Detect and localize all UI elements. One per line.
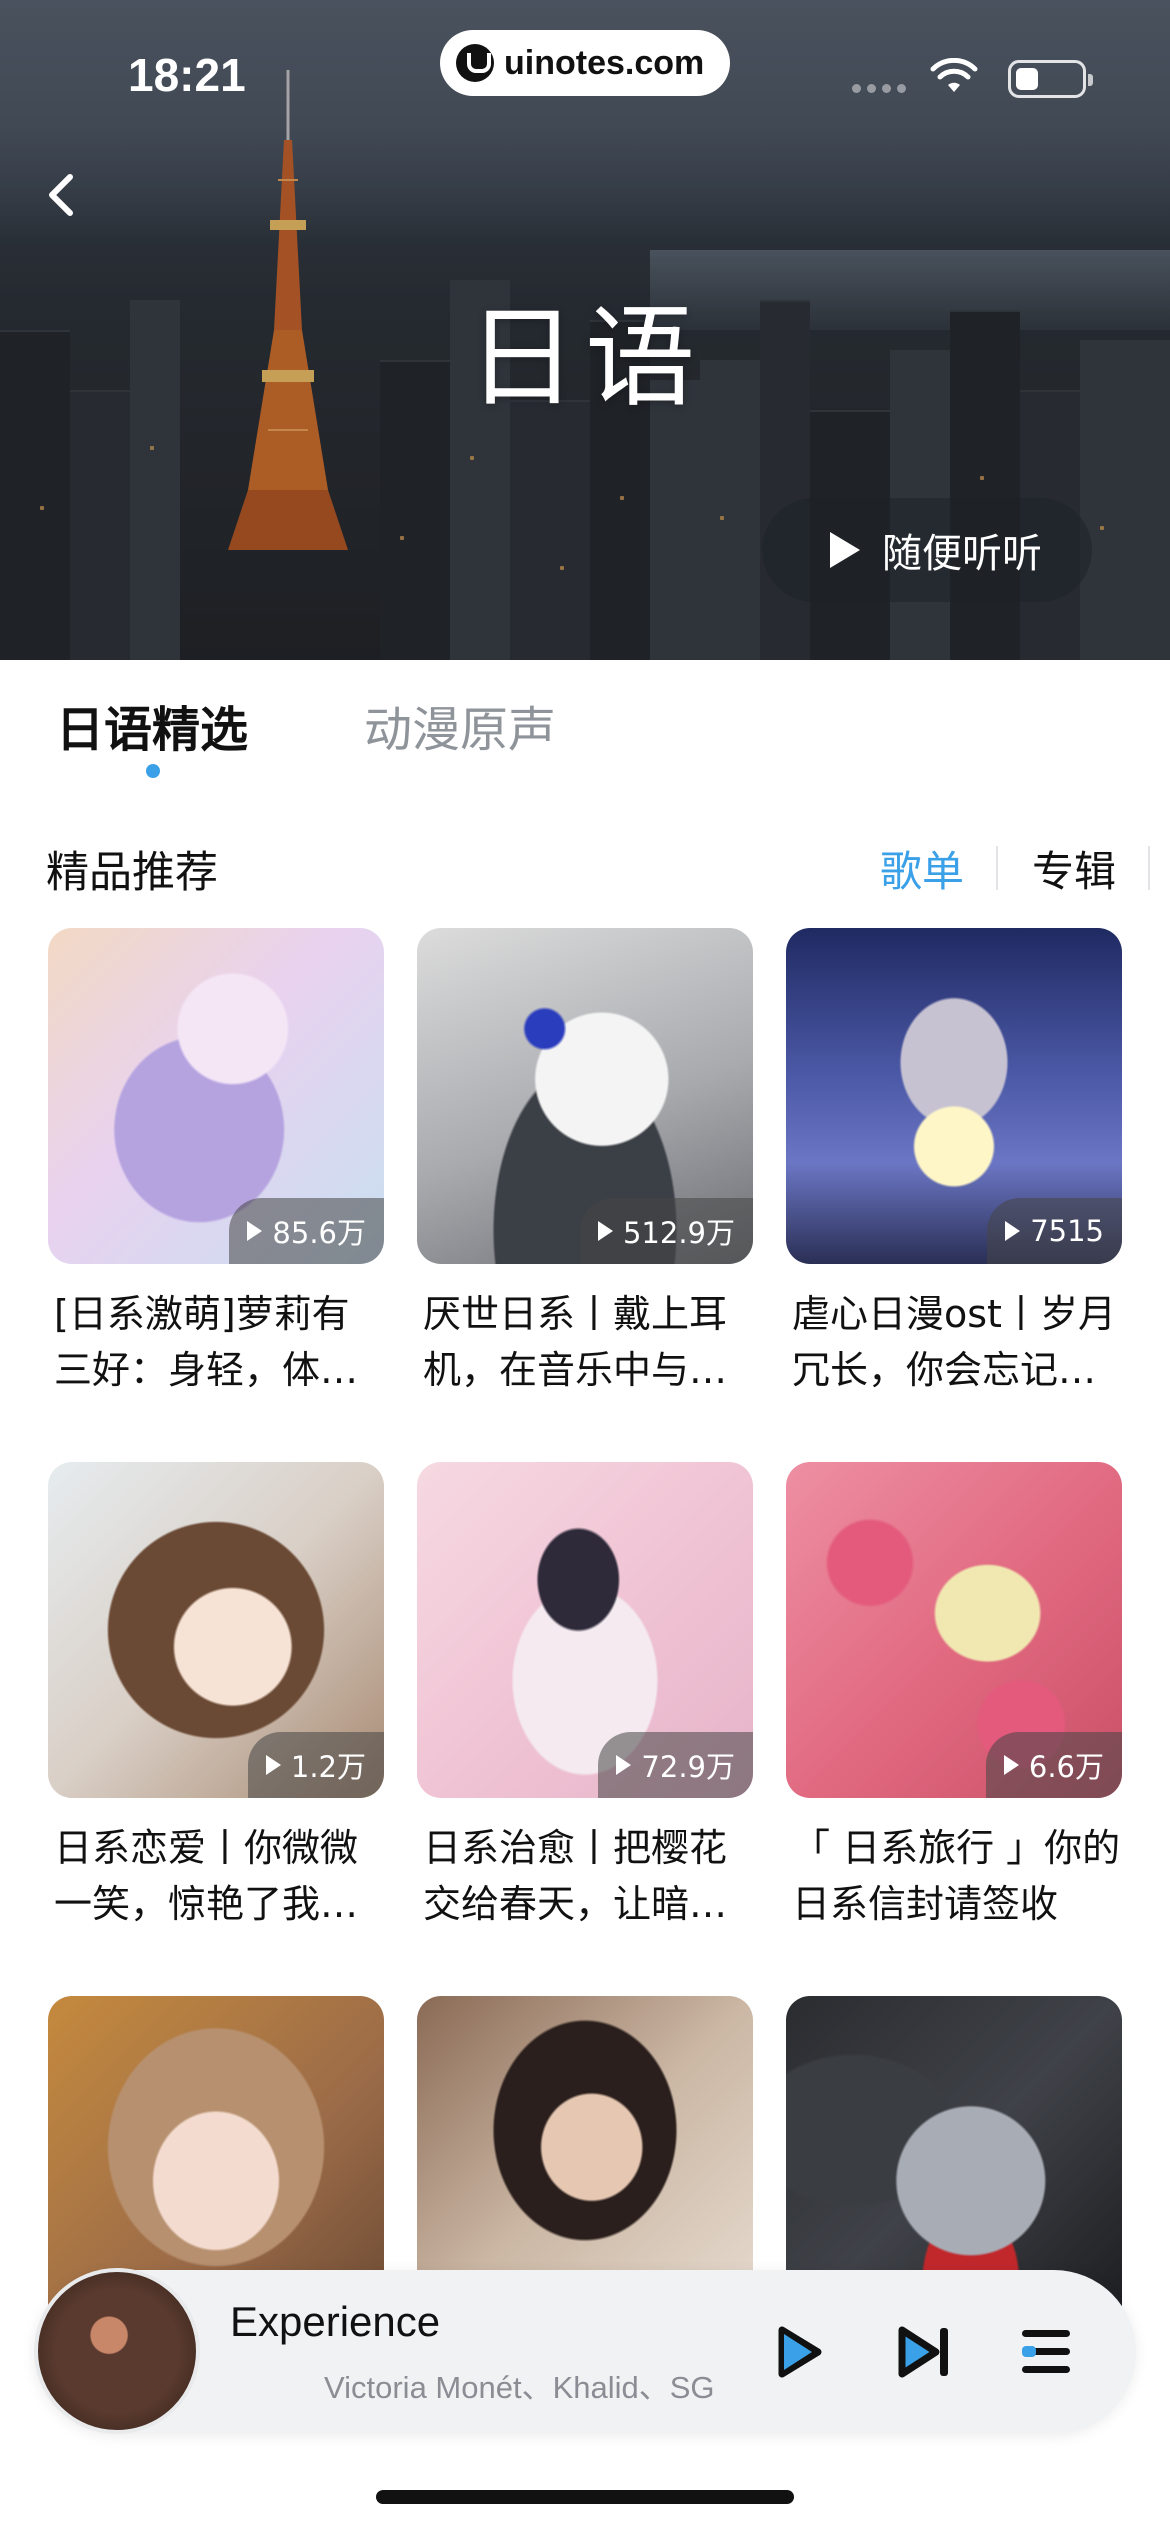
playlist-cover: 6.6万 [786,1462,1122,1798]
play-icon [1005,1221,1021,1241]
status-bar: 18:21 uinotes.com [0,0,1170,150]
home-indicator[interactable] [376,2490,794,2504]
playlist-title: 虐心日漫ost丨岁月冗长，你会忘记我吗 [792,1292,1116,1392]
play-count: 7515 [1030,1214,1104,1248]
status-time: 18:21 [128,49,246,101]
back-chevron-icon[interactable] [32,165,92,225]
play-icon [616,1755,632,1775]
section-title: 精品推荐 [46,848,218,898]
section-header: 精品推荐 歌单 专辑 [0,820,1170,910]
segment-divider [1148,846,1150,890]
playlist-card[interactable]: 85.6万 [日系激萌]萝莉有三好：身轻，体柔，易推倒 [48,928,384,1398]
segment-divider [996,846,998,890]
category-tabs: 日语精选 动漫原声 [0,660,1170,800]
active-tab-indicator [146,764,160,778]
play-count: 72.9万 [641,1750,735,1784]
playlist-title: [日系激萌]萝莉有三好：身轻，体柔，易推倒 [54,1292,350,1392]
mini-player[interactable]: Experience Victoria Monét、Khalid、SG Lewi… [34,2268,1136,2434]
play-icon [265,1755,281,1775]
site-logo-icon [456,44,494,82]
cellular-signal-icon [852,84,906,93]
play-count-badge: 512.9万 [579,1198,753,1264]
segment-album[interactable]: 专辑 [1032,838,1116,899]
now-playing-artist: Victoria Monét、Khalid、SG Lewis [324,2370,720,2405]
play-icon[interactable] [760,2316,832,2388]
playlist-card[interactable]: 1.2万 日系恋爱丨你微微一笑，惊艳了我的整个青春 [48,1462,384,1932]
tab-anime-ost[interactable]: 动漫原声 [364,690,556,760]
play-count-badge: 85.6万 [229,1198,384,1264]
playlist-title: 厌世日系丨戴上耳机，在音乐中与世界和解 [423,1292,728,1392]
battery-icon [1008,60,1093,98]
play-count-badge: 72.9万 [598,1732,753,1798]
playlist-cover: 7515 [786,928,1122,1264]
play-icon [247,1221,263,1241]
page-title: 日语 [467,294,703,422]
now-playing-title: Experience [230,2298,441,2345]
playlist-title: 日系恋爱丨你微微一笑，惊艳了我的整个青春 [54,1826,359,1926]
playlist-queue-icon[interactable] [1010,2316,1082,2388]
play-count: 1.2万 [290,1750,366,1784]
playlist-cover: 512.9万 [417,928,753,1264]
playlist-card[interactable]: 7515 虐心日漫ost丨岁月冗长，你会忘记我吗 [786,928,1122,1398]
playlist-card[interactable]: 512.9万 厌世日系丨戴上耳机，在音乐中与世界和解 [417,928,753,1398]
play-count: 512.9万 [622,1216,735,1250]
url-pill[interactable]: uinotes.com [440,30,730,96]
playlist-card[interactable]: 72.9万 日系治愈丨把樱花交给春天，让暗恋开出花 [417,1462,753,1932]
play-count: 85.6万 [272,1216,366,1250]
play-icon [1003,1755,1019,1775]
segment-playlist[interactable]: 歌单 [880,838,964,899]
playlist-title: 日系治愈丨把樱花交给春天，让暗恋开出花 [423,1826,728,1926]
play-count: 6.6万 [1028,1750,1104,1784]
shuffle-play-button[interactable]: 随便听听 [762,498,1092,602]
playlist-cover: 85.6万 [48,928,384,1264]
tab-japanese-picks[interactable]: 日语精选 [56,690,248,760]
play-icon [830,532,860,568]
now-playing-artwork[interactable] [34,2268,200,2434]
next-track-icon[interactable] [888,2316,960,2388]
wifi-icon [930,58,978,92]
play-count-badge: 6.6万 [985,1732,1122,1798]
url-text: uinotes.com [504,43,705,82]
playlist-title: 「 日系旅行 」你的日系信封请签收 [792,1826,1121,1926]
playlist-card[interactable]: 6.6万 「 日系旅行 」你的日系信封请签收 [786,1462,1122,1932]
play-count-badge: 1.2万 [247,1732,384,1798]
play-icon [597,1221,613,1241]
shuffle-play-label: 随便听听 [882,531,1042,577]
playlist-cover: 1.2万 [48,1462,384,1798]
playlist-cover: 72.9万 [417,1462,753,1798]
play-count-badge: 7515 [987,1198,1122,1264]
